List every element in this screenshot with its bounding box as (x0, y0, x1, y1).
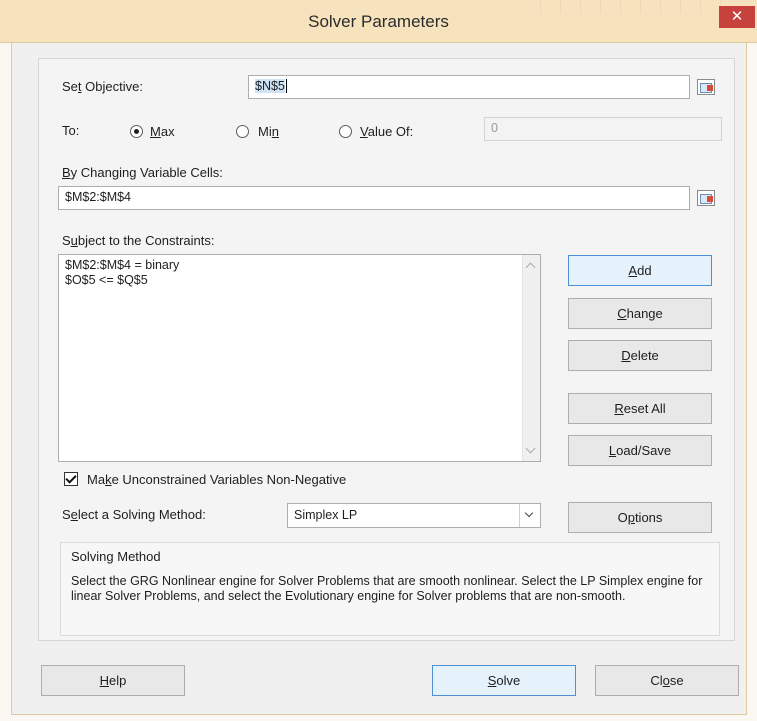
value-of-input[interactable]: 0 (484, 117, 722, 141)
load-save-button[interactable]: Load/Save (568, 435, 712, 466)
set-objective-input[interactable]: $N$5 (248, 75, 690, 99)
constraints-label: Subject to the Constraints: (62, 233, 215, 248)
add-button[interactable]: Add (568, 255, 712, 286)
checkmark-icon (65, 472, 77, 484)
value-of-radio[interactable] (339, 125, 352, 138)
close-button[interactable]: Close (595, 665, 739, 696)
set-objective-value: $N$5 (255, 79, 285, 93)
title-bar: Solver Parameters ✕ (0, 0, 757, 43)
collapse-dialog-icon (707, 85, 713, 91)
options-button[interactable]: Options (568, 502, 712, 533)
min-radio[interactable] (236, 125, 249, 138)
solving-method-description: Select the GRG Nonlinear engine for Solv… (71, 574, 703, 603)
solving-method-heading: Solving Method (71, 549, 161, 564)
solve-button[interactable]: Solve (432, 665, 576, 696)
scroll-up-icon[interactable] (525, 262, 536, 273)
value-of-label: Value Of: (360, 124, 414, 139)
to-label: To: (62, 123, 80, 138)
help-button[interactable]: Help (41, 665, 185, 696)
min-label: Min (258, 124, 279, 139)
scroll-down-icon[interactable] (525, 443, 536, 454)
solving-method-select[interactable]: Simplex LP (287, 503, 541, 528)
max-label: Max (150, 124, 175, 139)
list-item[interactable]: $O$5 <= $Q$5 (65, 273, 148, 287)
window-title: Solver Parameters (308, 12, 449, 31)
solving-method-value: Simplex LP (294, 508, 358, 522)
changing-cells-label: By Changing Variable Cells: (62, 165, 223, 180)
set-objective-label: Set Objective: (62, 79, 143, 94)
constraints-scrollbar[interactable] (522, 255, 540, 461)
solving-method-info: Solving Method Select the GRG Nonlinear … (60, 542, 720, 636)
solving-method-label: Select a Solving Method: (62, 507, 206, 522)
changing-cells-input[interactable]: $M$2:$M$4 (58, 186, 690, 210)
objective-ref-button[interactable] (697, 79, 715, 95)
non-negative-checkbox[interactable] (64, 472, 78, 486)
collapse-dialog-icon (707, 196, 713, 202)
change-button[interactable]: Change (568, 298, 712, 329)
reset-all-button[interactable]: Reset All (568, 393, 712, 424)
non-negative-label: Make Unconstrained Variables Non-Negativ… (87, 472, 347, 487)
constraints-list[interactable]: $M$2:$M$4 = binary $O$5 <= $Q$5 (58, 254, 541, 462)
delete-button[interactable]: Delete (568, 340, 712, 371)
close-icon[interactable]: ✕ (719, 6, 755, 28)
max-radio[interactable] (130, 125, 143, 138)
changing-cells-ref-button[interactable] (697, 190, 715, 206)
list-item[interactable]: $M$2:$M$4 = binary (65, 258, 179, 272)
dropdown-icon[interactable] (519, 504, 540, 527)
